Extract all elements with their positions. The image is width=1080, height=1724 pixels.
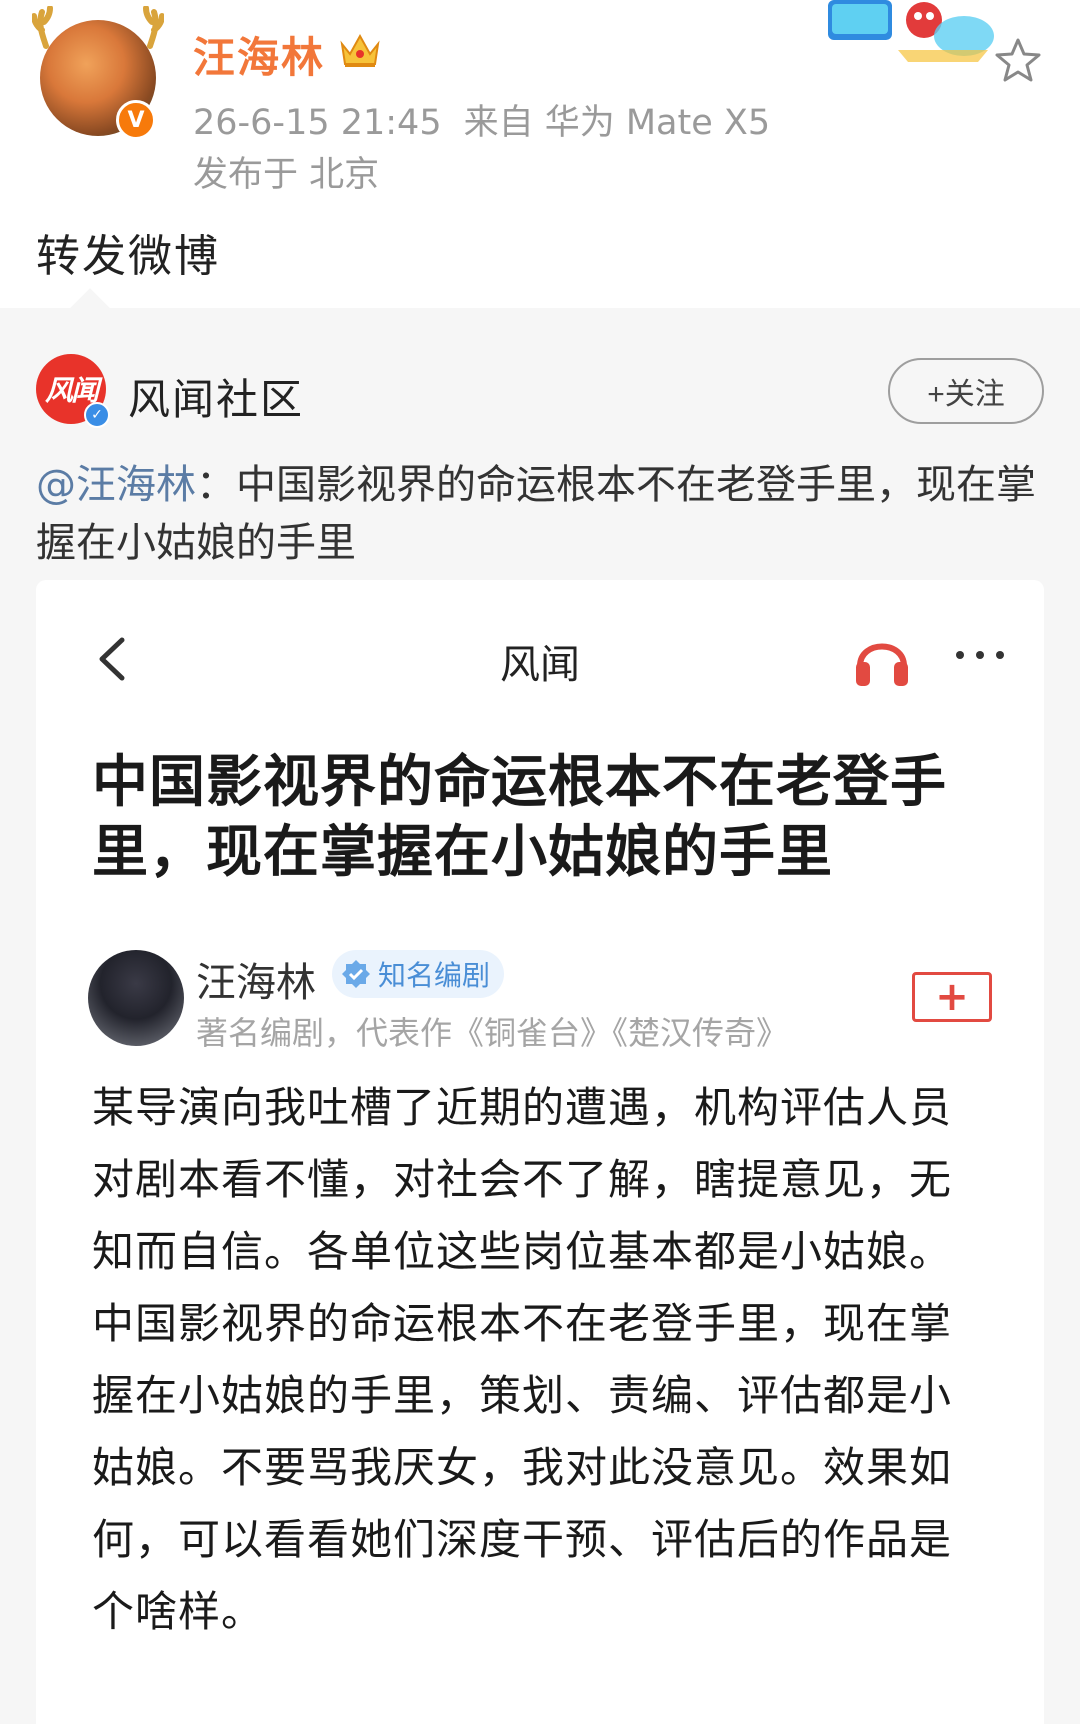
crown-icon bbox=[340, 33, 380, 67]
article-body: 某导演向我吐槽了近期的遭遇，机构评估人员对剧本看不懂，对社会不了解，瞎提意见，无… bbox=[92, 1083, 953, 1636]
user-name[interactable]: 汪海林 bbox=[193, 24, 325, 85]
more-icon bbox=[956, 651, 1004, 659]
sticker-image bbox=[828, 0, 994, 62]
author-follow-button: + bbox=[912, 972, 992, 1022]
repost-author-name[interactable]: 风闻社区 bbox=[128, 366, 304, 427]
article-image[interactable]: 风闻 中国影视界的命运根本不在老登手里，现在掌握在小姑娘的手里 汪海林 知名编剧… bbox=[36, 580, 1044, 1724]
post-meta: 26-6-15 21:45 来自 华为 Mate X5 bbox=[193, 94, 770, 145]
headphone-icon bbox=[856, 643, 908, 686]
article-author-desc: 著名编剧，代表作《铜雀台》《楚汉传奇》 bbox=[196, 1014, 789, 1052]
post-header: V 汪海林 26-6-15 21:45 来自 华为 Mate X5 发布于 北京 … bbox=[0, 0, 1080, 308]
repost-verified-icon: ✓ bbox=[84, 402, 110, 428]
author-badge: 知名编剧 bbox=[332, 950, 505, 998]
mention-link[interactable]: @汪海林 bbox=[36, 462, 196, 508]
author-badge-label: 知名编剧 bbox=[378, 959, 491, 992]
post-timestamp: 26-6-15 21:45 bbox=[193, 103, 442, 143]
article-author-name: 汪海林 bbox=[196, 960, 316, 1006]
article-author-avatar bbox=[88, 950, 184, 1046]
repost-text: @汪海林：中国影视界的命运根本不在老登手里，现在掌握在小姑娘的手里 bbox=[36, 456, 1046, 572]
post-content: 转发微博 bbox=[36, 231, 220, 282]
post-location: 发布于 北京 bbox=[193, 155, 380, 195]
verified-check-icon bbox=[342, 960, 370, 988]
verified-badge-icon: V bbox=[116, 100, 156, 140]
follow-button[interactable]: +关注 bbox=[888, 358, 1044, 424]
star-icon[interactable] bbox=[993, 36, 1043, 86]
article-title: 中国影视界的命运根本不在老登手里，现在掌握在小姑娘的手里 bbox=[92, 750, 947, 885]
post-source: 来自 华为 Mate X5 bbox=[463, 103, 771, 143]
